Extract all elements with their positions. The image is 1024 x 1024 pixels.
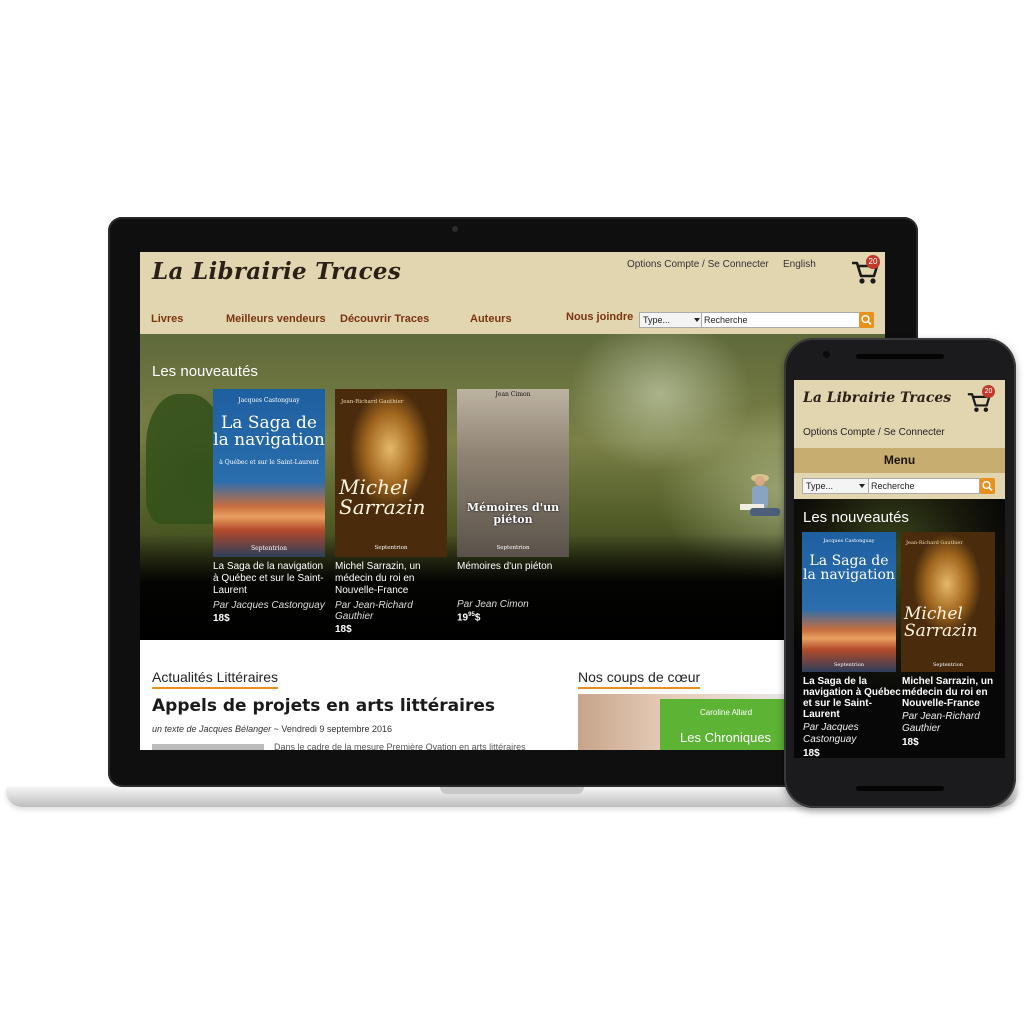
book-caption: Michel Sarrazin, un médecin du roi en No… xyxy=(902,676,1000,748)
site-logo[interactable]: La Librairie Traces xyxy=(152,258,401,285)
favorites-book-author: Caroline Allard xyxy=(700,708,753,717)
favorites-heading[interactable]: Nos coups de cœur xyxy=(578,669,701,689)
cover-publisher: Septentrion xyxy=(833,662,864,668)
cover-author: Jean-Richard Gauthier xyxy=(341,399,404,405)
book-title-link[interactable]: Mémoires d'un piéton xyxy=(457,561,572,573)
book-title-link[interactable]: Michel Sarrazin, un médecin du roi en No… xyxy=(335,561,450,597)
search-icon[interactable] xyxy=(859,312,874,328)
phone-speaker-bottom xyxy=(856,786,944,791)
book-price: 18$ xyxy=(335,624,352,635)
dropdown-arrow-icon xyxy=(859,484,865,488)
search-type-value: Type... xyxy=(643,315,671,325)
cover-subtitle: à Québec et sur le Saint-Laurent xyxy=(219,459,319,466)
cart-count-badge: 20 xyxy=(866,255,880,269)
language-link[interactable]: English xyxy=(783,259,816,270)
site-header: La Librairie Traces Options Compte / Se … xyxy=(140,252,885,334)
price-cents: 95 xyxy=(468,612,475,618)
nav-nous-joindre[interactable]: Nous joindre xyxy=(566,311,633,323)
news-thumbnail[interactable] xyxy=(152,744,264,750)
mobile-screen: La Librairie Traces 20 Options Compte / … xyxy=(794,380,1005,758)
book-cover-saga-navigation[interactable]: Jacques Castonguay La Saga de la navigat… xyxy=(802,532,896,672)
desktop-screen: La Librairie Traces Options Compte / Se … xyxy=(140,252,885,750)
favorites-book-title: Les Chroniques xyxy=(680,730,772,745)
cover-author: Jacques Castonguay xyxy=(823,538,875,544)
book-caption: La Saga de la navigation à Québec et sur… xyxy=(803,676,901,758)
account-link[interactable]: Options Compte / Se Connecter xyxy=(627,259,769,270)
news-heading[interactable]: Actualités Littéraires xyxy=(152,669,279,689)
search-input[interactable]: Recherche xyxy=(701,312,861,328)
news-date: Vendredi 9 septembre 2016 xyxy=(281,724,392,734)
book-author: Par Jean-Richard Gauthier xyxy=(335,600,413,622)
cover-title: La Saga de la navigation xyxy=(213,413,325,450)
search-type-value: Type... xyxy=(806,481,834,491)
news-meta: un texte de Jacques Bélanger ~ Vendredi … xyxy=(152,724,392,734)
nav-livres[interactable]: Livres xyxy=(151,313,183,325)
cover-author: Jean Cimon xyxy=(495,391,531,398)
search-icon[interactable] xyxy=(980,478,995,494)
book-price: 18$ xyxy=(213,613,230,624)
book-caption: Mémoires d'un piéton Par Jean Cimon 1995… xyxy=(457,561,572,623)
book-author: Par Jean Cimon xyxy=(457,599,529,610)
book-cover-memoires-pieton[interactable]: Jean Cimon Mémoires d'un piéton Septentr… xyxy=(457,389,569,557)
mobile-account-link[interactable]: Options Compte / Se Connecter xyxy=(803,427,945,438)
nav-auteurs[interactable]: Auteurs xyxy=(470,313,512,325)
book-cover-michel-sarrazin[interactable]: Jean-Richard Gauthier Michel Sarrazin Se… xyxy=(335,389,447,557)
mobile-header: La Librairie Traces 20 Options Compte / … xyxy=(794,380,1005,448)
mobile-new-releases: Les nouveautés Jacques Castonguay La Sag… xyxy=(794,499,1005,758)
news-separator: ~ xyxy=(273,724,279,734)
cover-publisher: Septentrion xyxy=(496,545,530,551)
search-type-select[interactable]: Type... xyxy=(639,312,704,328)
book-title-link[interactable]: La Saga de la navigation à Québec et sur… xyxy=(803,676,901,720)
nav-meilleurs-vendeurs[interactable]: Meilleurs vendeurs xyxy=(226,313,326,325)
laptop-notch xyxy=(440,787,584,794)
cover-publisher: Septentrion xyxy=(250,545,287,552)
mobile-search-bar: Type... Recherche xyxy=(794,473,1005,499)
cover-title: La Saga de la navigation xyxy=(803,553,895,583)
book-title-link[interactable]: Michel Sarrazin, un médecin du roi en No… xyxy=(902,676,1000,709)
mobile-search-input[interactable]: Recherche xyxy=(868,478,980,494)
book-title-link[interactable]: La Saga de la navigation à Québec et sur… xyxy=(213,561,328,597)
mobile-search-type-select[interactable]: Type... xyxy=(802,478,869,494)
mobile-site-logo[interactable]: La Librairie Traces xyxy=(803,390,951,406)
nav-decouvrir-traces[interactable]: Découvrir Traces xyxy=(340,313,429,325)
price-currency: $ xyxy=(474,612,481,624)
laptop-camera xyxy=(452,226,458,232)
news-excerpt: Dans le cadre de la mesure Première Ovat… xyxy=(274,742,526,750)
book-author: Par Jean-Richard Gauthier xyxy=(902,711,980,734)
cover-author: Jean-Richard Gauthier xyxy=(906,540,963,546)
dropdown-arrow-icon xyxy=(694,318,700,322)
price-main: 19 xyxy=(457,612,469,624)
mobile-menu-button[interactable]: Menu xyxy=(794,448,1005,473)
phone-speaker xyxy=(856,354,944,359)
cover-author: Jacques Castonguay xyxy=(238,397,300,404)
cover-title: Michel Sarrazin xyxy=(904,604,978,641)
book-caption: Michel Sarrazin, un médecin du roi en No… xyxy=(335,561,450,635)
reading-child-illustration xyxy=(740,474,780,516)
new-releases-title: Les nouveautés xyxy=(803,509,909,526)
new-releases-title: Les nouveautés xyxy=(152,363,258,380)
book-cover-saga-navigation[interactable]: Jacques Castonguay La Saga de la navigat… xyxy=(213,389,325,557)
book-price: 1995$ xyxy=(457,612,572,623)
book-price: 18$ xyxy=(902,737,919,748)
cover-publisher: Septentrion xyxy=(374,545,408,551)
phone-camera xyxy=(823,351,830,358)
book-price: 18$ xyxy=(803,748,820,758)
cover-title: Mémoires d'un piéton xyxy=(466,501,560,526)
book-author: Par Jacques Castonguay xyxy=(803,722,859,745)
news-article-title[interactable]: Appels de projets en arts littéraires xyxy=(152,696,495,716)
book-author: Par Jacques Castonguay xyxy=(213,600,325,611)
cover-title: Michel Sarrazin xyxy=(339,475,426,519)
news-byline: un texte de Jacques Bélanger xyxy=(152,724,272,734)
book-caption: La Saga de la navigation à Québec et sur… xyxy=(213,561,328,624)
news-section: Actualités Littéraires Appels de projets… xyxy=(140,640,885,750)
cover-publisher: Septentrion xyxy=(932,662,963,668)
book-cover-michel-sarrazin[interactable]: Jean-Richard Gauthier Michel Sarrazin Se… xyxy=(901,532,995,672)
new-releases-banner: Les nouveautés Jacques Castonguay La Sag… xyxy=(140,334,885,640)
cart-count-badge: 20 xyxy=(982,385,995,398)
